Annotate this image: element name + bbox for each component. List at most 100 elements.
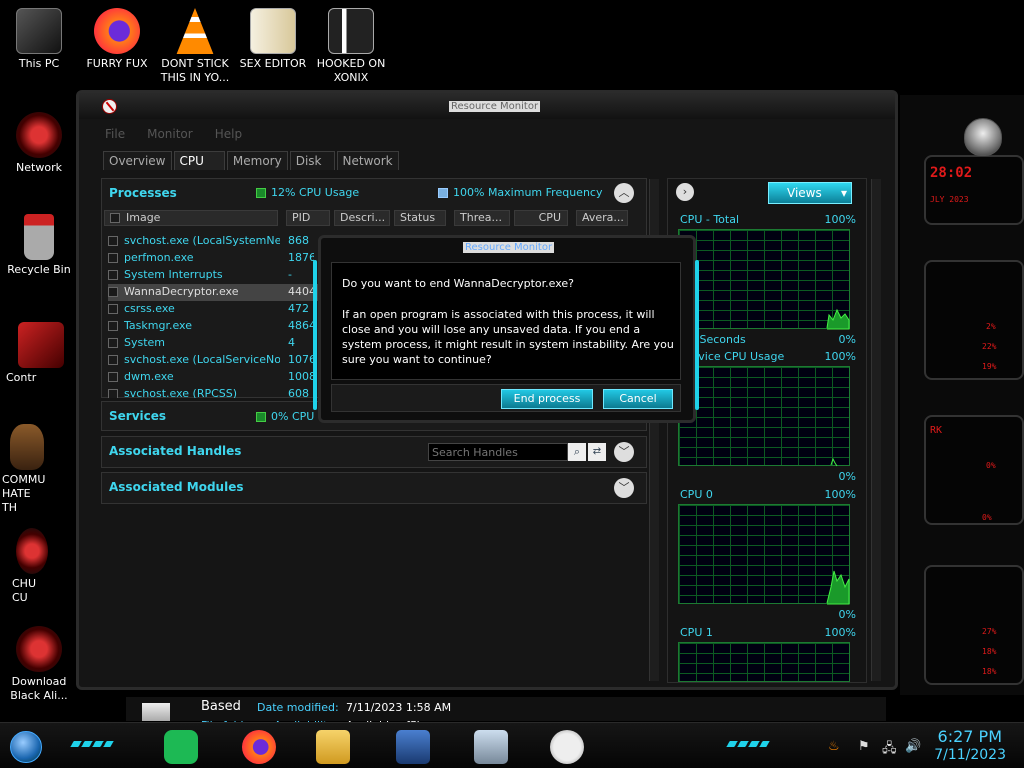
desktop-icon-label: Contr	[6, 371, 37, 384]
desktop-icon-sex-editor[interactable]: SEX EDITOR	[236, 8, 310, 71]
select-all-checkbox[interactable]	[110, 213, 120, 223]
search-icon[interactable]: ⌕	[568, 443, 586, 461]
tab-cpu[interactable]: CPU	[173, 151, 225, 170]
services-title[interactable]: Services	[109, 409, 166, 423]
chevron-up-icon[interactable]: ︿	[614, 183, 634, 203]
handles-title[interactable]: Associated Handles	[109, 444, 241, 458]
tab-strip: Overview CPU Memory Disk Network	[103, 151, 401, 170]
column-description[interactable]: Descri...	[334, 210, 390, 226]
column-average[interactable]: Avera...	[576, 210, 628, 226]
taskbar-firefox-icon[interactable]	[242, 730, 276, 764]
cancel-button[interactable]: Cancel	[603, 389, 673, 409]
tab-disk[interactable]: Disk	[289, 151, 335, 170]
close-icon[interactable]	[102, 99, 117, 114]
column-status[interactable]: Status	[394, 210, 446, 226]
firefox-icon	[94, 8, 140, 54]
row-checkbox[interactable]	[108, 287, 118, 297]
warning-flag-icon[interactable]: ⚑	[858, 739, 870, 754]
end-process-button[interactable]: End process	[501, 389, 593, 409]
search-handles-input[interactable]	[428, 443, 568, 461]
clock-date[interactable]: 7/11/2023	[934, 747, 1006, 763]
row-checkbox[interactable]	[108, 270, 118, 280]
desktop-icon-label: This PC	[18, 57, 60, 70]
desktop-icon-label: DONT STICK THIS IN YO...	[160, 57, 230, 84]
date-modified-value: 7/11/2023 1:58 AM	[346, 701, 452, 714]
row-checkbox[interactable]	[108, 389, 118, 398]
row-checkbox[interactable]	[108, 338, 118, 348]
row-checkbox[interactable]	[108, 321, 118, 331]
row-checkbox[interactable]	[108, 253, 118, 263]
desktop-icon-commu[interactable]: COMMU HATE TH	[2, 424, 76, 515]
max-frequency-indicator: 100% Maximum Frequency	[438, 186, 602, 199]
views-button[interactable]: Views ▾	[768, 182, 852, 204]
green-square-icon	[256, 188, 266, 198]
desktop-icon-recycle-bin[interactable]: Recycle Bin	[2, 214, 76, 277]
bag-icon	[10, 424, 44, 470]
java-tray-icon[interactable]: ♨	[828, 739, 840, 754]
column-cpu[interactable]: CPU	[514, 210, 568, 226]
column-threads[interactable]: Threa...	[454, 210, 510, 226]
column-pid[interactable]: PID	[286, 210, 330, 226]
views-label: Views	[787, 186, 822, 200]
dialog-accent-right	[695, 260, 699, 410]
service-cpu-graph	[678, 366, 850, 467]
desktop-icon-download-black-alien[interactable]: Download Black Ali...	[2, 626, 76, 703]
tab-network[interactable]: Network	[336, 151, 399, 170]
title-bar[interactable]: Resource Monitor	[79, 93, 895, 119]
clock-time[interactable]: 6:27 PM	[938, 727, 1002, 746]
modules-title[interactable]: Associated Modules	[109, 480, 244, 494]
tab-overview[interactable]: Overview	[103, 151, 172, 170]
services-cpu-indicator: 0% CPU	[256, 410, 314, 423]
recycle-bin-icon	[24, 214, 54, 260]
processes-title[interactable]: Processes	[109, 186, 177, 200]
chevron-down-icon[interactable]: ﹀	[614, 442, 634, 462]
alien-download-icon	[16, 626, 62, 672]
cpu0-graph	[678, 504, 850, 605]
process-name: System Interrupts	[124, 268, 223, 281]
desktop-icon-furry-fux[interactable]: FURRY FUX	[80, 8, 154, 71]
taskbar-computer-icon[interactable]	[396, 730, 430, 764]
graph-line	[826, 570, 850, 605]
network-tray-icon[interactable]: 🖧	[882, 739, 897, 761]
vlc-icon	[176, 8, 214, 54]
tab-memory[interactable]: Memory	[226, 151, 288, 170]
green-square-icon	[256, 412, 266, 422]
process-pid: 4404	[288, 285, 314, 298]
process-pid: 1876	[288, 251, 314, 264]
column-image[interactable]: Image	[104, 210, 278, 226]
row-checkbox[interactable]	[108, 355, 118, 365]
menu-file[interactable]: File	[105, 127, 125, 141]
desktop-icon-this-pc[interactable]: This PC	[2, 8, 76, 71]
graph-min: 0%	[838, 333, 856, 346]
taskbar-resource-monitor-icon[interactable]	[550, 730, 584, 764]
process-name: System	[124, 336, 166, 349]
desktop-icon-chu[interactable]: CHU CU	[12, 528, 86, 605]
taskbar-performance-icon[interactable]	[474, 730, 508, 764]
graphs-scrollbar[interactable]	[871, 179, 881, 681]
desktop-icon-hooked-on-xonix[interactable]: HOOKED ON XONIX	[314, 8, 388, 85]
dialog-body: Do you want to end WannaDecryptor.exe? I…	[331, 262, 681, 380]
process-pid: 608	[288, 387, 309, 398]
chevron-right-icon[interactable]: ›	[676, 183, 694, 201]
dialog-message: If an open program is associated with th…	[342, 308, 674, 366]
row-checkbox[interactable]	[108, 304, 118, 314]
process-name: perfmon.exe	[124, 251, 194, 264]
volume-icon[interactable]: 🔊	[905, 739, 921, 754]
desktop-icon-control[interactable]: Contr	[6, 322, 80, 385]
desktop-icon-label: CHU CU	[12, 577, 37, 604]
refresh-icon[interactable]: ⇄	[588, 443, 606, 461]
row-checkbox[interactable]	[108, 372, 118, 382]
chevron-down-icon[interactable]: ﹀	[614, 478, 634, 498]
folder-icon	[142, 703, 170, 721]
menu-help[interactable]: Help	[215, 127, 242, 141]
row-checkbox[interactable]	[108, 236, 118, 246]
desktop-icon-label: COMMU HATE TH	[2, 473, 46, 514]
taskbar-chat-app-icon[interactable]	[164, 730, 198, 764]
process-name: csrss.exe	[124, 302, 175, 315]
start-button-icon[interactable]	[10, 731, 42, 763]
taskbar-file-explorer-icon[interactable]	[316, 730, 350, 764]
desktop-icon-dont-stick[interactable]: DONT STICK THIS IN YO...	[158, 8, 232, 85]
desktop-icon-network[interactable]: Network	[2, 112, 76, 175]
desktop-icon-label: FURRY FUX	[86, 57, 148, 70]
menu-monitor[interactable]: Monitor	[147, 127, 193, 141]
